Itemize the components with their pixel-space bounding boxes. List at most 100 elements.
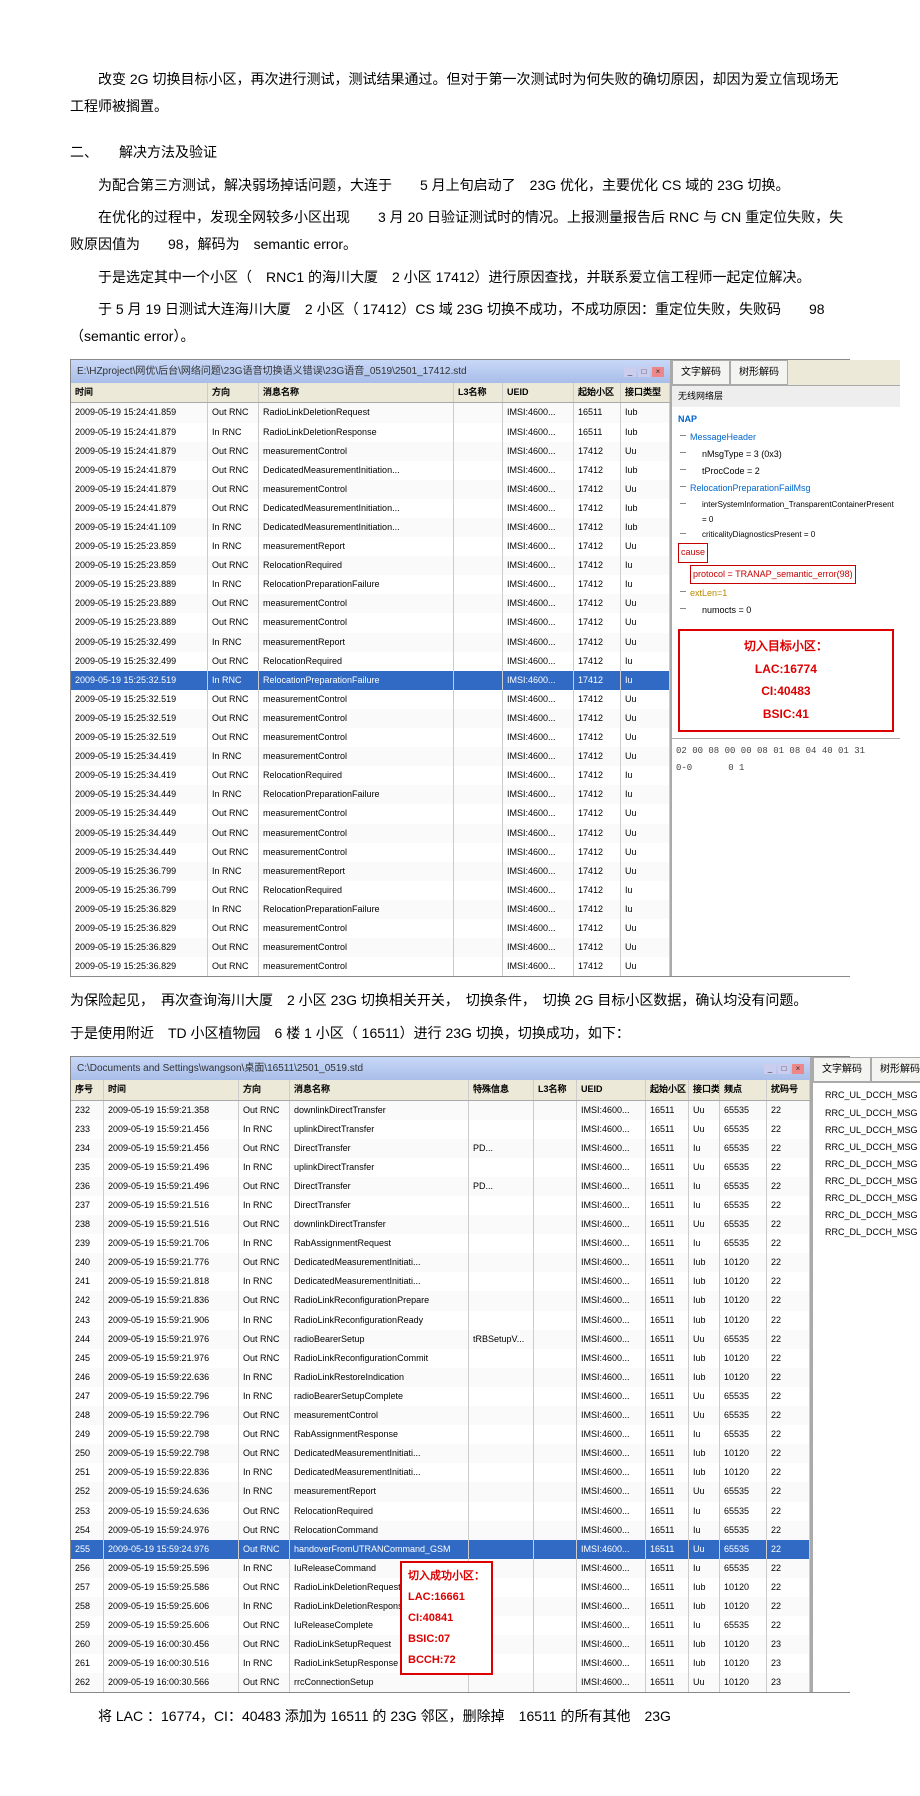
table-row[interactable]: 2009-05-19 15:25:23.859Out RNCRelocation… [71, 556, 670, 575]
table-row[interactable]: 2009-05-19 15:25:32.499Out RNCRelocation… [71, 652, 670, 671]
tab-tree-decode[interactable]: 树形解码 [871, 1057, 920, 1082]
table-row[interactable]: 2009-05-19 15:24:41.879In RNCRadioLinkDe… [71, 423, 670, 442]
table-row[interactable]: 2009-05-19 15:24:41.879Out RNCDedicatedM… [71, 499, 670, 518]
table-row[interactable]: 2622009-05-19 16:00:30.566Out RNCrrcConn… [71, 1673, 810, 1692]
table-row[interactable]: 2382009-05-19 15:59:21.516Out RNCdownlin… [71, 1215, 810, 1234]
table-row[interactable]: 2009-05-19 15:24:41.879Out RNCmeasuremen… [71, 480, 670, 499]
col-l3[interactable]: L3名称 [534, 1080, 577, 1099]
table-row[interactable]: 2009-05-19 15:25:32.519Out RNCmeasuremen… [71, 690, 670, 709]
table-row[interactable]: 2009-05-19 15:25:36.829Out RNCmeasuremen… [71, 957, 670, 976]
callout-title: 切入成功小区： [408, 1566, 485, 1587]
table-row[interactable]: 2009-05-19 15:25:34.449Out RNCmeasuremen… [71, 804, 670, 823]
col-cell[interactable]: 起始小区 [646, 1080, 689, 1099]
table-row[interactable]: 2412009-05-19 15:59:21.818In RNCDedicate… [71, 1272, 810, 1291]
table-row[interactable]: 2009-05-19 15:25:34.449Out RNCmeasuremen… [71, 824, 670, 843]
tree-item: RRC_UL_DCCH_MSG integrityCh [817, 1139, 920, 1156]
col-direction[interactable]: 方向 [208, 383, 259, 402]
window-controls: _ □ × [624, 367, 664, 377]
decode-tree: NAP MessageHeader nMsgType = 3 (0x3) tPr… [672, 407, 900, 622]
maximize-icon[interactable]: □ [638, 367, 650, 377]
col-code[interactable]: 扰码号 [767, 1080, 810, 1099]
table-row[interactable]: 2392009-05-19 15:59:21.706In RNCRabAssig… [71, 1234, 810, 1253]
table-row[interactable]: 2552009-05-19 15:59:24.976Out RNChandove… [71, 1540, 810, 1559]
paragraph-7: 于是使用附近 TD 小区植物园 6 楼 1 小区（ 16511）进行 23G 切… [70, 1020, 850, 1047]
table-row[interactable]: 2009-05-19 15:24:41.109In RNCDedicatedMe… [71, 518, 670, 537]
table-row[interactable]: 2542009-05-19 15:59:24.976Out RNCRelocat… [71, 1521, 810, 1540]
table-row[interactable]: 2322009-05-19 15:59:21.358Out RNCdownlin… [71, 1101, 810, 1120]
col-message[interactable]: 消息名称 [290, 1080, 469, 1099]
paragraph-2: 为配合第三方测试，解决弱场掉话问题，大连于 5 月上旬启动了 23G 优化，主要… [70, 172, 850, 199]
table-row[interactable]: 2442009-05-19 15:59:21.976Out RNCradioBe… [71, 1330, 810, 1349]
tree-nap: NAP [678, 411, 894, 428]
col-time[interactable]: 时间 [71, 383, 208, 402]
col-message[interactable]: 消息名称 [259, 383, 454, 402]
tab-text-decode[interactable]: 文字解码 [672, 360, 730, 385]
table-row[interactable]: 2009-05-19 15:25:34.449In RNCRelocationP… [71, 785, 670, 804]
minimize-icon[interactable]: _ [624, 367, 636, 377]
table-row[interactable]: 2009-05-19 15:25:36.829In RNCRelocationP… [71, 900, 670, 919]
table-row[interactable]: 2352009-05-19 15:59:21.496In RNCuplinkDi… [71, 1158, 810, 1177]
tree-proccode: tProcCode = 2 [678, 463, 894, 480]
table-row[interactable]: 2009-05-19 15:25:34.449Out RNCmeasuremen… [71, 843, 670, 862]
table-row[interactable]: 2362009-05-19 15:59:21.496Out RNCDirectT… [71, 1177, 810, 1196]
table-row[interactable]: 2009-05-19 15:25:32.519In RNCRelocationP… [71, 671, 670, 690]
table-row[interactable]: 2492009-05-19 15:59:22.798Out RNCRabAssi… [71, 1425, 810, 1444]
table-row[interactable]: 2502009-05-19 15:59:22.798Out RNCDedicat… [71, 1444, 810, 1463]
table-row[interactable]: 2402009-05-19 15:59:21.776Out RNCDedicat… [71, 1253, 810, 1272]
table-row[interactable]: 2332009-05-19 15:59:21.456In RNCuplinkDi… [71, 1120, 810, 1139]
table-row[interactable]: 2512009-05-19 15:59:22.836In RNCDedicate… [71, 1463, 810, 1482]
table-row[interactable]: 2532009-05-19 15:59:24.636Out RNCRelocat… [71, 1502, 810, 1521]
callout-lac: LAC:16661 [408, 1587, 485, 1608]
col-cell[interactable]: 起始小区 [574, 383, 621, 402]
tree-criticality: criticalityDiagnosticsPresent = 0 [678, 527, 894, 542]
tab-text-decode[interactable]: 文字解码 [813, 1057, 871, 1082]
table-row[interactable]: 2482009-05-19 15:59:22.796Out RNCmeasure… [71, 1406, 810, 1425]
table-row[interactable]: 2009-05-19 15:25:36.799In RNCmeasurement… [71, 862, 670, 881]
table-row[interactable]: 2372009-05-19 15:59:21.516In RNCDirectTr… [71, 1196, 810, 1215]
col-ueid[interactable]: UEID [577, 1080, 646, 1099]
col-l3[interactable]: L3名称 [454, 383, 503, 402]
table-row[interactable]: 2009-05-19 15:25:32.499In RNCmeasurement… [71, 633, 670, 652]
table-row[interactable]: 2009-05-19 15:25:34.419Out RNCRelocation… [71, 766, 670, 785]
table-row[interactable]: 2009-05-19 15:24:41.859Out RNCRadioLinkD… [71, 403, 670, 422]
table-row[interactable]: 2009-05-19 15:25:32.519Out RNCmeasuremen… [71, 728, 670, 747]
table-row[interactable]: 2009-05-19 15:25:23.889Out RNCmeasuremen… [71, 594, 670, 613]
table-row[interactable]: 2522009-05-19 15:59:24.636In RNCmeasurem… [71, 1482, 810, 1501]
callout-bsic: BSIC:07 [408, 1629, 485, 1650]
col-seq[interactable]: 序号 [71, 1080, 104, 1099]
maximize-icon[interactable]: □ [778, 1064, 790, 1074]
close-icon[interactable]: × [652, 367, 664, 377]
col-interface[interactable]: 接口类型 [689, 1080, 720, 1099]
close-icon[interactable]: × [792, 1064, 804, 1074]
tree-item: RRC_DL_DCCH_MSG message.han [817, 1207, 920, 1224]
col-interface[interactable]: 接口类型 [621, 383, 670, 402]
table-row[interactable]: 2009-05-19 15:25:34.419In RNCmeasurement… [71, 747, 670, 766]
table-row[interactable]: 2009-05-19 15:24:41.879Out RNCmeasuremen… [71, 442, 670, 461]
table-row[interactable]: 2009-05-19 15:25:32.519Out RNCmeasuremen… [71, 709, 670, 728]
table-row[interactable]: 2472009-05-19 15:59:22.796In RNCradioBea… [71, 1387, 810, 1406]
table-row[interactable]: 2009-05-19 15:25:36.799Out RNCRelocation… [71, 881, 670, 900]
table-row[interactable]: 2342009-05-19 15:59:21.456Out RNCDirectT… [71, 1139, 810, 1158]
target-cell-annotation: 切入目标小区： LAC:16774 CI:40483 BSIC:41 [678, 629, 894, 732]
tree-item: RRC_UL_DCCH_MSG integrityCh [817, 1122, 920, 1139]
table-row[interactable]: 2462009-05-19 15:59:22.636In RNCRadioLin… [71, 1368, 810, 1387]
table-row[interactable]: 2009-05-19 15:25:36.829Out RNCmeasuremen… [71, 919, 670, 938]
table-header: 序号 时间 方向 消息名称 特殊信息 L3名称 UEID 起始小区 接口类型 频… [71, 1080, 810, 1100]
table-row[interactable]: 2009-05-19 15:25:23.889In RNCRelocationP… [71, 575, 670, 594]
table-row[interactable]: 2009-05-19 15:25:23.859In RNCmeasurement… [71, 537, 670, 556]
tab-tree-decode[interactable]: 树形解码 [730, 360, 788, 385]
col-time[interactable]: 时间 [104, 1080, 239, 1099]
col-ueid[interactable]: UEID [503, 383, 574, 402]
col-freq[interactable]: 频点 [720, 1080, 767, 1099]
col-direction[interactable]: 方向 [239, 1080, 290, 1099]
col-spec[interactable]: 特殊信息 [469, 1080, 534, 1099]
table-row[interactable]: 2422009-05-19 15:59:21.836Out RNCRadioLi… [71, 1291, 810, 1310]
anno-title: 切入目标小区： [688, 635, 884, 658]
paragraph-5: 于 5 月 19 日测试大连海川大厦 2 小区（ 17412）CS 域 23G … [70, 296, 850, 349]
table-row[interactable]: 2452009-05-19 15:59:21.976Out RNCRadioLi… [71, 1349, 810, 1368]
minimize-icon[interactable]: _ [764, 1064, 776, 1074]
table-row[interactable]: 2009-05-19 15:25:36.829Out RNCmeasuremen… [71, 938, 670, 957]
table-row[interactable]: 2432009-05-19 15:59:21.906In RNCRadioLin… [71, 1311, 810, 1330]
table-row[interactable]: 2009-05-19 15:24:41.879Out RNCDedicatedM… [71, 461, 670, 480]
table-row[interactable]: 2009-05-19 15:25:23.889Out RNCmeasuremen… [71, 613, 670, 632]
